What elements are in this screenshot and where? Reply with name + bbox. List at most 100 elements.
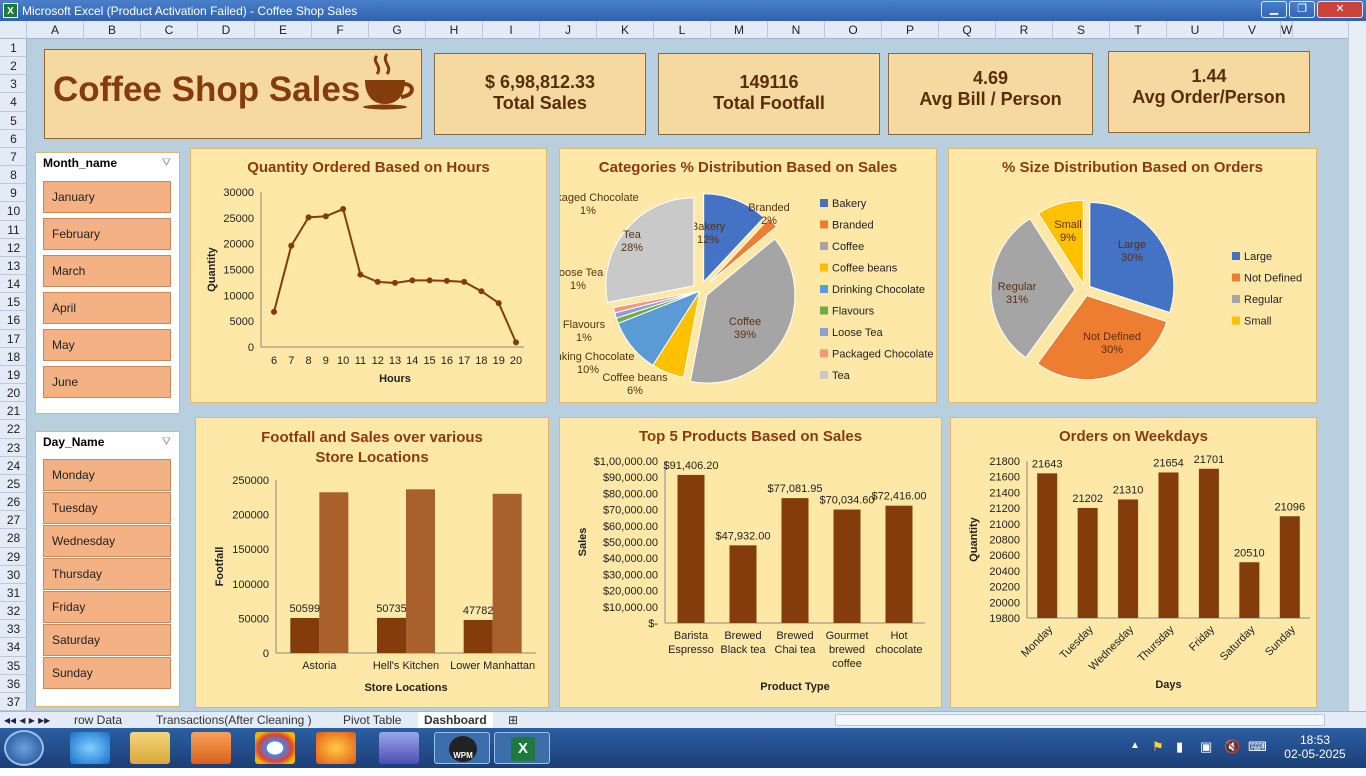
tab-row-data[interactable]: row Data [74, 712, 122, 728]
row-header-5[interactable]: 5 [0, 112, 27, 130]
column-header-E[interactable]: E [255, 21, 312, 39]
tab-dashboard[interactable]: Dashboard [418, 712, 493, 728]
row-header-26[interactable]: 26 [0, 493, 27, 512]
row-header-22[interactable]: 22 [0, 420, 27, 439]
row-header-1[interactable]: 1 [0, 39, 27, 58]
slicer-item-saturday[interactable]: Saturday [43, 624, 171, 656]
column-header-P[interactable]: P [882, 21, 939, 39]
close-button[interactable]: ✕ [1317, 1, 1363, 18]
slicer-item-sunday[interactable]: Sunday [43, 657, 171, 689]
row-header-37[interactable]: 37 [0, 693, 27, 711]
column-header-I[interactable]: I [483, 21, 540, 39]
column-header-R[interactable]: R [996, 21, 1053, 39]
column-header-V[interactable]: V [1224, 21, 1281, 39]
slicer-item-thursday[interactable]: Thursday [43, 558, 171, 590]
column-header-J[interactable]: J [540, 21, 597, 39]
row-header-29[interactable]: 29 [0, 548, 27, 566]
row-header-6[interactable]: 6 [0, 130, 27, 148]
column-header-N[interactable]: N [768, 21, 825, 39]
tab-transactions[interactable]: Transactions(After Cleaning ) [156, 712, 312, 728]
slicer-item-tuesday[interactable]: Tuesday [43, 492, 171, 524]
start-button[interactable] [4, 730, 44, 766]
row-header-7[interactable]: 7 [0, 148, 27, 167]
firefox-icon[interactable] [316, 732, 356, 764]
column-header-W[interactable]: W [1281, 21, 1294, 39]
top-products-chart[interactable]: Top 5 Products Based on Sales $- $10,000.… [559, 417, 942, 708]
size-pie-chart[interactable]: % Size Distribution Based on Orders Larg… [948, 148, 1317, 403]
excel-taskbar-icon[interactable]: X [494, 732, 550, 764]
slicer-item-monday[interactable]: Monday [43, 459, 171, 491]
clear-filter-icon[interactable]: ⛛ [162, 436, 171, 449]
column-header-S[interactable]: S [1053, 21, 1110, 39]
row-header-4[interactable]: 4 [0, 93, 27, 112]
row-header-10[interactable]: 10 [0, 202, 27, 221]
column-header-T[interactable]: T [1110, 21, 1167, 39]
slicer-item-march[interactable]: March [43, 255, 171, 287]
row-header-36[interactable]: 36 [0, 675, 27, 693]
row-header-13[interactable]: 13 [0, 257, 27, 276]
minimize-button[interactable]: ▁ [1261, 1, 1287, 18]
row-header-8[interactable]: 8 [0, 166, 27, 185]
hourly-quantity-chart[interactable]: Quantity Ordered Based on Hours 0 5000 100… [190, 148, 547, 403]
row-header-32[interactable]: 32 [0, 602, 27, 621]
column-header-G[interactable]: G [369, 21, 426, 39]
row-header-34[interactable]: 34 [0, 638, 27, 657]
column-header-O[interactable]: O [825, 21, 882, 39]
row-header-27[interactable]: 27 [0, 511, 27, 530]
column-header-K[interactable]: K [597, 21, 654, 39]
keyboard-icon[interactable]: ⌨ [1248, 739, 1267, 755]
slicer-item-june[interactable]: June [43, 366, 171, 398]
row-header-18[interactable]: 18 [0, 348, 27, 366]
visual-studio-icon[interactable] [379, 732, 419, 764]
column-header-U[interactable]: U [1167, 21, 1224, 39]
wpm-app-icon[interactable]: WPM [434, 732, 490, 764]
slicer-item-friday[interactable]: Friday [43, 591, 171, 623]
column-header-C[interactable]: C [141, 21, 198, 39]
horizontal-scrollbar[interactable] [835, 714, 1325, 726]
internet-explorer-icon[interactable] [70, 732, 110, 764]
column-header-H[interactable]: H [426, 21, 483, 39]
slicer-item-april[interactable]: April [43, 292, 171, 324]
action-center-icon[interactable]: ⚑ [1152, 739, 1164, 755]
column-header-D[interactable]: D [198, 21, 255, 39]
column-header-F[interactable]: F [312, 21, 369, 39]
restore-button[interactable]: ❐ [1289, 1, 1315, 18]
row-header-30[interactable]: 30 [0, 566, 27, 584]
row-header-11[interactable]: 11 [0, 221, 27, 239]
network-icon[interactable]: ▣ [1200, 739, 1212, 755]
row-header-21[interactable]: 21 [0, 402, 27, 421]
row-header-25[interactable]: 25 [0, 475, 27, 494]
row-header-20[interactable]: 20 [0, 384, 27, 403]
category-pie-chart[interactable]: Categories % Distribution Based on Sales… [559, 148, 937, 403]
slicer-item-may[interactable]: May [43, 329, 171, 361]
weekday-orders-chart[interactable]: Orders on Weekdays 19800 20000 20200 20400 2… [950, 417, 1317, 708]
volume-muted-icon[interactable]: 🔇 [1224, 739, 1240, 755]
store-locations-chart[interactable]: Footfall and Sales over various Store Lo… [195, 417, 549, 708]
media-player-icon[interactable] [191, 732, 231, 764]
row-header-23[interactable]: 23 [0, 439, 27, 457]
slicer-item-february[interactable]: February [43, 218, 171, 250]
row-header-17[interactable]: 17 [0, 330, 27, 348]
column-header-A[interactable]: A [27, 21, 84, 39]
show-hidden-icons[interactable]: ▲ [1130, 740, 1140, 751]
chrome-icon[interactable] [255, 732, 295, 764]
row-header-14[interactable]: 14 [0, 275, 27, 294]
row-header-15[interactable]: 15 [0, 293, 27, 312]
row-header-9[interactable]: 9 [0, 184, 27, 203]
row-header-16[interactable]: 16 [0, 311, 27, 330]
column-header-B[interactable]: B [84, 21, 141, 39]
tab-nav-first-icon[interactable]: ◂◂ ◂ ▸ ▸▸ [4, 712, 50, 728]
row-header-12[interactable]: 12 [0, 239, 27, 257]
file-explorer-icon[interactable] [130, 732, 170, 764]
column-header-Q[interactable]: Q [939, 21, 996, 39]
row-header-3[interactable]: 3 [0, 75, 27, 94]
row-header-19[interactable]: 19 [0, 366, 27, 385]
clear-filter-icon[interactable]: ⛛ [162, 157, 171, 170]
battery-icon[interactable]: ▮ [1176, 739, 1183, 755]
row-header-35[interactable]: 35 [0, 657, 27, 675]
select-all-corner[interactable] [0, 21, 27, 39]
slicer-item-january[interactable]: January [43, 181, 171, 213]
slicer-item-wednesday[interactable]: Wednesday [43, 525, 171, 557]
row-header-2[interactable]: 2 [0, 57, 27, 76]
row-header-28[interactable]: 28 [0, 529, 27, 548]
